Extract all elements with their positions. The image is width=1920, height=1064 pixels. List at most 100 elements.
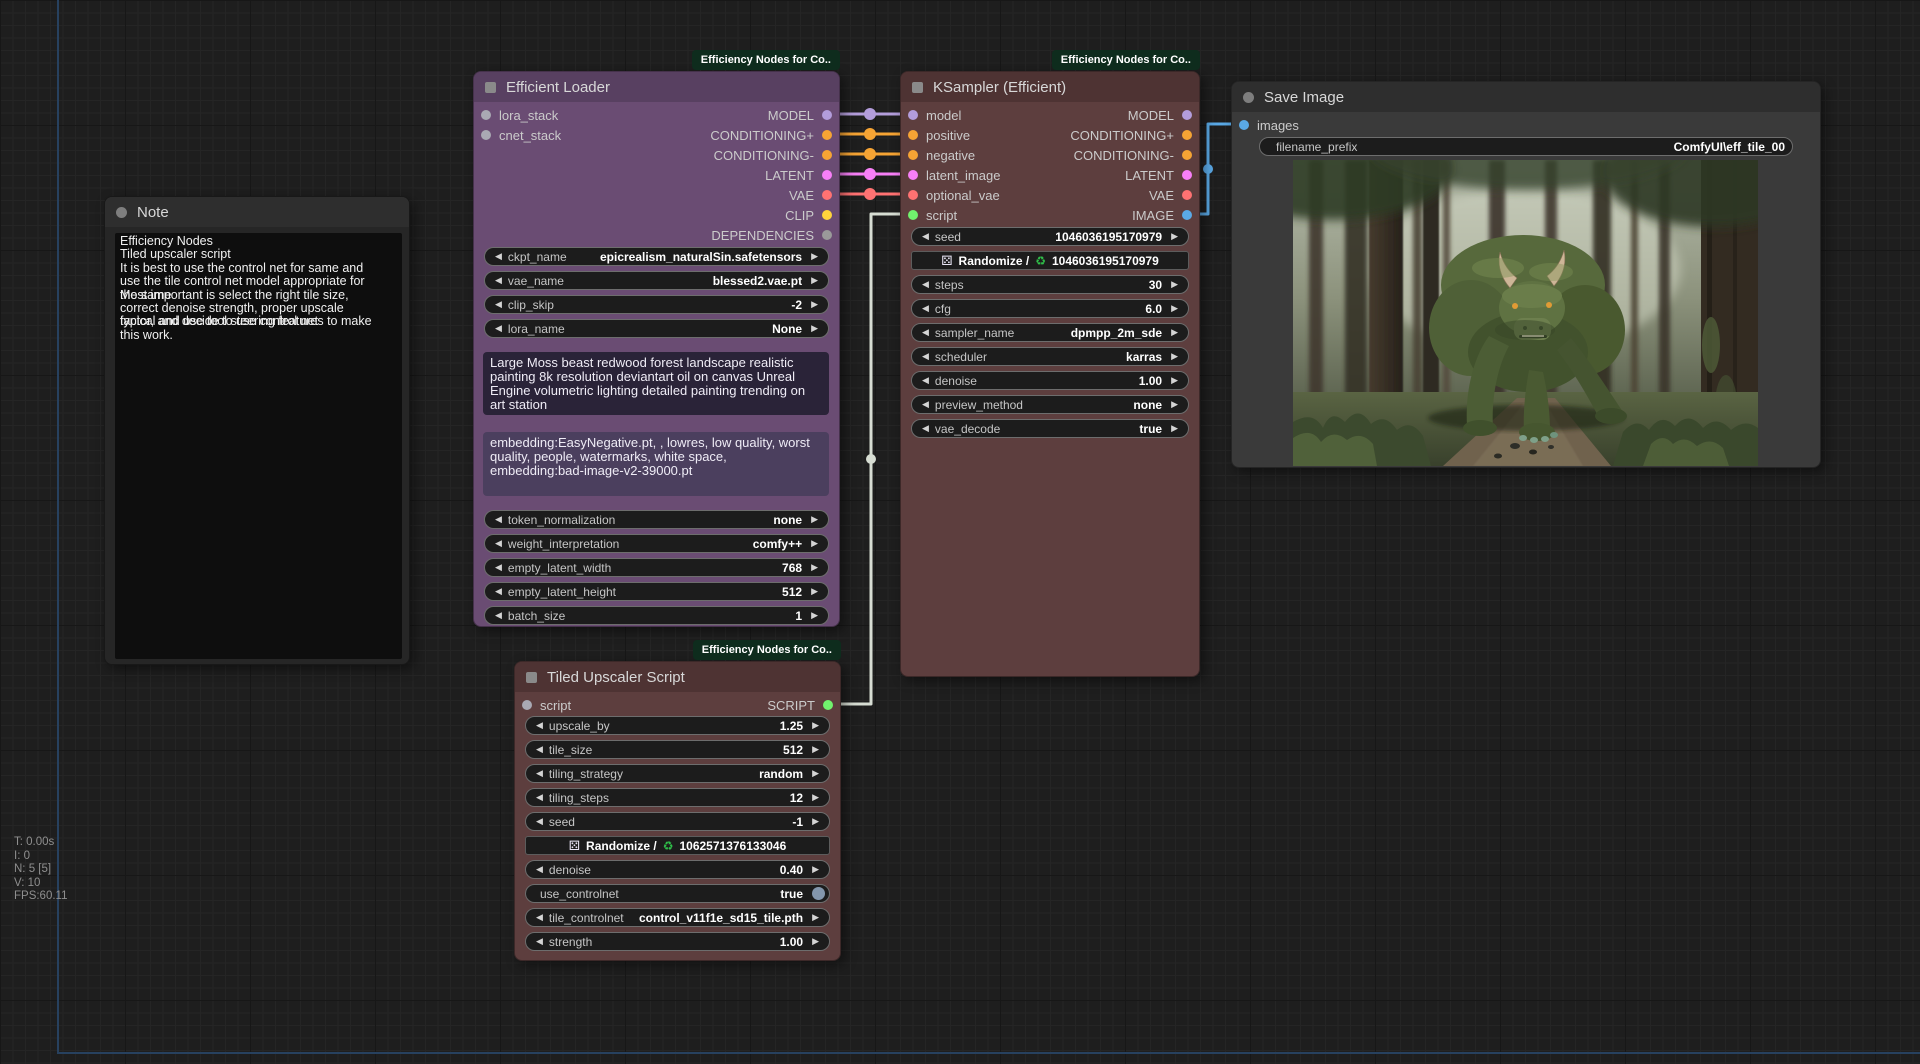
output-port-script[interactable] [823,700,833,710]
prev-value-arrow-icon[interactable]: ◀ [489,251,508,262]
randomize-seed-button[interactable]: ⚄Randomize /♻1046036195170979 [911,251,1189,270]
next-value-arrow-icon[interactable]: ▶ [806,936,825,947]
collapse-box-icon[interactable] [912,82,923,93]
widget-vae_decode[interactable]: ◀vae_decodetrue▶ [911,419,1189,438]
toggle-knob-icon[interactable] [812,887,825,900]
input-port-lora_stack[interactable] [481,110,491,120]
widget-lora_name[interactable]: ◀lora_nameNone▶ [484,319,829,338]
next-value-arrow-icon[interactable]: ▶ [805,275,824,286]
widget-filename_prefix[interactable]: filename_prefixComfyUI\eff_tile_00 [1259,137,1793,156]
input-port-model[interactable] [908,110,918,120]
widget-strength[interactable]: ◀strength1.00▶ [525,932,830,951]
widget-sampler_name[interactable]: ◀sampler_namedpmpp_2m_sde▶ [911,323,1189,342]
widget-preview_method[interactable]: ◀preview_methodnone▶ [911,395,1189,414]
collapse-dot-icon[interactable] [116,207,127,218]
prev-value-arrow-icon[interactable]: ◀ [489,514,508,525]
widget-tiling_strategy[interactable]: ◀tiling_strategyrandom▶ [525,764,830,783]
next-value-arrow-icon[interactable]: ▶ [805,323,824,334]
prev-value-arrow-icon[interactable]: ◀ [530,936,549,947]
prev-value-arrow-icon[interactable]: ◀ [530,744,549,755]
output-port-latent[interactable] [822,170,832,180]
collapse-dot-icon[interactable] [1243,92,1254,103]
widget-vae_name[interactable]: ◀vae_nameblessed2.vae.pt▶ [484,271,829,290]
next-value-arrow-icon[interactable]: ▶ [1165,303,1184,314]
next-value-arrow-icon[interactable]: ▶ [806,720,825,731]
output-port-model[interactable] [822,110,832,120]
next-value-arrow-icon[interactable]: ▶ [805,562,824,573]
next-value-arrow-icon[interactable]: ▶ [805,299,824,310]
wire-image-middot[interactable] [1203,164,1213,174]
input-port-images[interactable] [1239,120,1249,130]
node-efficient-loader[interactable]: Efficient Loader lora_stack MODEL cnet_s… [473,71,840,627]
widget-use_controlnet-toggle[interactable]: use_controlnettrue [525,884,830,903]
next-value-arrow-icon[interactable]: ▶ [1165,327,1184,338]
tiled-node-header[interactable]: Tiled Upscaler Script [515,662,840,692]
next-value-arrow-icon[interactable]: ▶ [1165,231,1184,242]
widget-tile_size[interactable]: ◀tile_size512▶ [525,740,830,759]
note-text-area[interactable]: Efficiency Nodes Tiled upscaler script I… [115,233,402,659]
prev-value-arrow-icon[interactable]: ◀ [530,864,549,875]
next-value-arrow-icon[interactable]: ▶ [806,792,825,803]
comfyui-canvas[interactable]: { "ui": { "left_arrow": "◀", "right_arro… [0,0,1920,1064]
widget-tiling_steps[interactable]: ◀tiling_steps12▶ [525,788,830,807]
next-value-arrow-icon[interactable]: ▶ [806,768,825,779]
node-save-image[interactable]: Save Image images filename_prefixComfyUI… [1231,81,1821,468]
prev-value-arrow-icon[interactable]: ◀ [530,816,549,827]
prev-value-arrow-icon[interactable]: ◀ [530,912,549,923]
prev-value-arrow-icon[interactable]: ◀ [489,562,508,573]
input-port-script[interactable] [522,700,532,710]
widget-clip_skip[interactable]: ◀clip_skip-2▶ [484,295,829,314]
widget-empty_latent_width[interactable]: ◀empty_latent_width768▶ [484,558,829,577]
next-value-arrow-icon[interactable]: ▶ [806,816,825,827]
prev-value-arrow-icon[interactable]: ◀ [530,720,549,731]
output-port-model[interactable] [1182,110,1192,120]
prev-value-arrow-icon[interactable]: ◀ [489,538,508,549]
input-port-script[interactable] [908,210,918,220]
wire-script[interactable] [829,214,910,704]
ksampler-node-header[interactable]: KSampler (Efficient) [901,72,1199,102]
widget-seed[interactable]: ◀seed-1▶ [525,812,830,831]
wire-script-middot[interactable] [866,454,876,464]
next-value-arrow-icon[interactable]: ▶ [805,514,824,525]
prev-value-arrow-icon[interactable]: ◀ [916,327,935,338]
output-port-dependencies[interactable] [822,230,832,240]
positive-prompt-textarea[interactable]: Large Moss beast redwood forest landscap… [483,352,829,415]
output-port-conditioning-minus[interactable] [1182,150,1192,160]
prev-value-arrow-icon[interactable]: ◀ [489,610,508,621]
widget-seed[interactable]: ◀seed1046036195170979▶ [911,227,1189,246]
widget-steps[interactable]: ◀steps30▶ [911,275,1189,294]
widget-scheduler[interactable]: ◀schedulerkarras▶ [911,347,1189,366]
node-tiled-upscaler-script[interactable]: Tiled Upscaler Script script SCRIPT ◀ups… [514,661,841,961]
next-value-arrow-icon[interactable]: ▶ [805,586,824,597]
prev-value-arrow-icon[interactable]: ◀ [530,792,549,803]
prev-value-arrow-icon[interactable]: ◀ [916,375,935,386]
output-port-latent[interactable] [1182,170,1192,180]
input-port-cnet_stack[interactable] [481,130,491,140]
next-value-arrow-icon[interactable]: ▶ [806,912,825,923]
wire-model-middot[interactable] [864,108,876,120]
prev-value-arrow-icon[interactable]: ◀ [530,768,549,779]
collapse-box-icon[interactable] [526,672,537,683]
loader-node-header[interactable]: Efficient Loader [474,72,839,102]
prev-value-arrow-icon[interactable]: ◀ [916,279,935,290]
widget-weight_interpretation[interactable]: ◀weight_interpretationcomfy++▶ [484,534,829,553]
wire-latent-middot[interactable] [864,168,876,180]
next-value-arrow-icon[interactable]: ▶ [805,251,824,262]
prev-value-arrow-icon[interactable]: ◀ [489,275,508,286]
next-value-arrow-icon[interactable]: ▶ [1165,399,1184,410]
next-value-arrow-icon[interactable]: ▶ [1165,375,1184,386]
input-port-negative[interactable] [908,150,918,160]
prev-value-arrow-icon[interactable]: ◀ [916,303,935,314]
next-value-arrow-icon[interactable]: ▶ [1165,423,1184,434]
negative-prompt-textarea[interactable]: embedding:EasyNegative.pt, , lowres, low… [483,432,829,496]
wire-cond-neg-middot[interactable] [864,148,876,160]
widget-upscale_by[interactable]: ◀upscale_by1.25▶ [525,716,830,735]
widget-cfg[interactable]: ◀cfg6.0▶ [911,299,1189,318]
input-port-positive[interactable] [908,130,918,140]
next-value-arrow-icon[interactable]: ▶ [1165,351,1184,362]
widget-empty_latent_height[interactable]: ◀empty_latent_height512▶ [484,582,829,601]
prev-value-arrow-icon[interactable]: ◀ [489,586,508,597]
next-value-arrow-icon[interactable]: ▶ [806,864,825,875]
note-node-header[interactable]: Note [105,197,409,227]
widget-tile_controlnet[interactable]: ◀tile_controlnetcontrol_v11f1e_sd15_tile… [525,908,830,927]
